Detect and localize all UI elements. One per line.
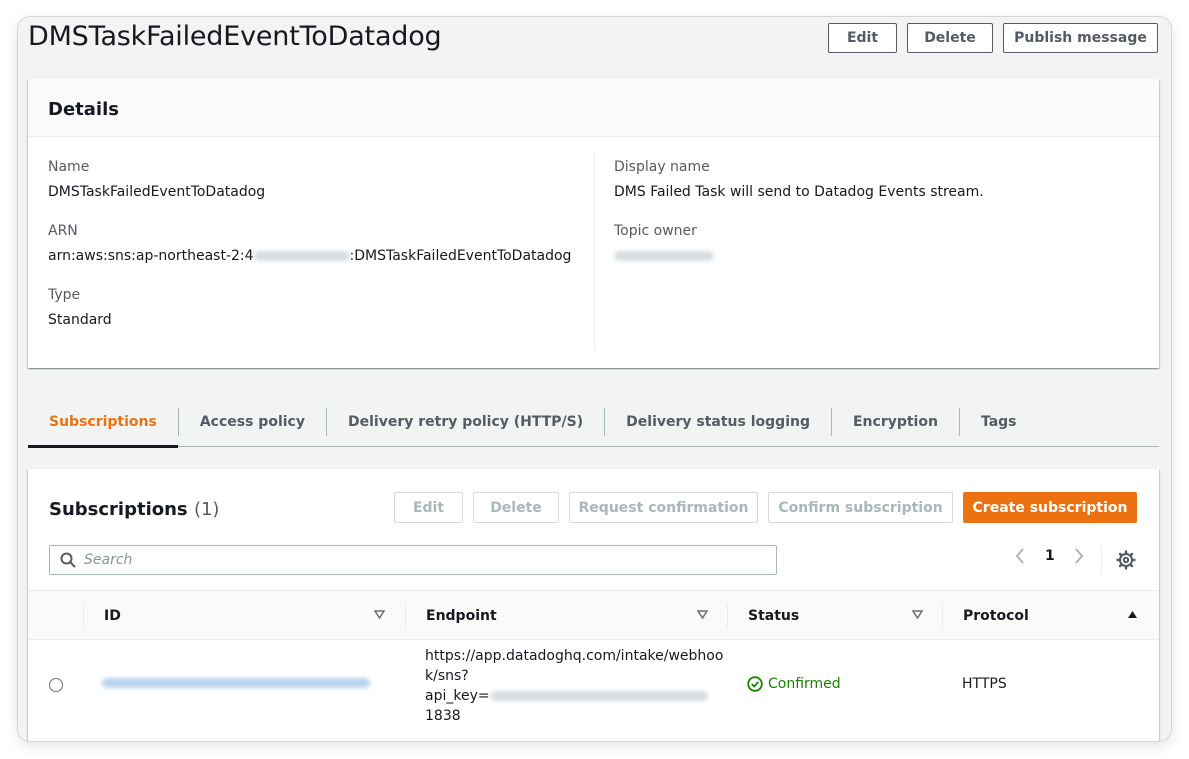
redacted-account-id [253,251,350,261]
protocol-cell: HTTPS [962,676,1007,692]
confirm-subscription-button[interactable]: Confirm subscription [768,492,953,523]
arn-field: ARN arn:aws:sns:ap-northeast-2:4 :DMSTask… [48,223,588,265]
column-divider [727,603,728,629]
arn-label: ARN [48,223,78,239]
column-divider [942,603,943,629]
tab-delivery-retry-policy[interactable]: Delivery retry policy (HTTP/S) [327,397,604,447]
api-key-label: api_key= [425,688,490,704]
subscriptions-title: Subscriptions [49,499,188,520]
create-subscription-button[interactable]: Create subscription [963,492,1137,523]
app-window: DMSTaskFailedEventToDatadog Edit Delete … [18,17,1171,741]
page-number[interactable]: 1 [1045,548,1055,564]
subscription-edit-button[interactable]: Edit [394,492,463,523]
pagination: 1 [1014,547,1085,565]
endpoint-line: 1838 [425,708,461,724]
page-title: DMSTaskFailedEventToDatadog [28,21,442,52]
endpoint-line: https://app.datadoghq.com/intake/webhoo [425,648,724,664]
sort-down-icon[interactable] [912,609,923,620]
delete-button[interactable]: Delete [907,23,993,53]
edit-button[interactable]: Edit [828,23,897,53]
topic-owner-label: Topic owner [614,223,697,239]
pager-divider [1101,547,1102,573]
arn-prefix: arn:aws:sns:ap-northeast-2:4 [48,248,254,264]
sort-down-icon[interactable] [697,609,708,620]
status-text: Confirmed [768,676,841,692]
chevron-right-icon[interactable] [1073,547,1085,565]
type-value: Standard [48,312,112,328]
gear-icon[interactable] [1116,550,1136,570]
redacted-subscription-id-link[interactable] [102,678,370,688]
name-label: Name [48,159,90,175]
subscription-delete-button[interactable]: Delete [473,492,559,523]
tab-access-policy[interactable]: Access policy [179,397,326,447]
subscriptions-count: (1) [193,499,220,520]
sort-down-icon[interactable] [374,609,385,620]
arn-value: arn:aws:sns:ap-northeast-2:4 :DMSTaskFail… [48,248,588,265]
status-cell: Confirmed [747,676,841,692]
tab-delivery-status-logging[interactable]: Delivery status logging [605,397,831,447]
column-header-endpoint[interactable]: Endpoint [426,591,497,641]
display-name-label: Display name [614,159,710,175]
details-left-column: Name DMSTaskFailedEventToDatadog ARN arn… [48,159,588,351]
publish-message-button[interactable]: Publish message [1003,23,1158,53]
sort-up-icon[interactable] [1127,609,1138,620]
subscriptions-panel: Subscriptions (1) Edit Delete Request co… [28,469,1159,741]
column-header-protocol[interactable]: Protocol [963,591,1029,641]
subscriptions-heading: Subscriptions (1) [49,499,219,520]
search-input[interactable] [84,552,724,568]
details-heading: Details [28,79,1159,137]
name-field: Name DMSTaskFailedEventToDatadog [48,159,588,201]
row-select-radio[interactable] [49,678,63,692]
details-right-column: Display name DMS Failed Task will send t… [614,159,1134,287]
check-circle-icon [747,676,763,692]
display-name-value: DMS Failed Task will send to Datadog Eve… [614,184,984,200]
arn-suffix: :DMSTaskFailedEventToDatadog [349,248,572,264]
details-panel: Details Name DMSTaskFailedEventToDatadog… [28,79,1159,368]
column-header-id[interactable]: ID [104,591,121,641]
column-divider [405,603,406,629]
type-field: Type Standard [48,287,588,329]
name-value: DMSTaskFailedEventToDatadog [48,184,266,200]
endpoint-cell: https://app.datadoghq.com/intake/webhoo … [425,646,725,726]
search-icon [60,552,76,568]
tab-encryption[interactable]: Encryption [832,397,959,447]
endpoint-line: api_key= [425,686,725,706]
chevron-left-icon[interactable] [1014,547,1026,565]
column-header-status[interactable]: Status [748,591,799,641]
endpoint-line: k/sns? [425,668,469,684]
redacted-api-key [489,691,708,701]
column-divider [83,603,84,629]
tab-tags[interactable]: Tags [960,397,1038,447]
tab-bar: Subscriptions Access policy Delivery ret… [28,397,1159,448]
topic-owner-field: Topic owner [614,223,1134,265]
redacted-topic-owner [614,251,714,261]
table-row: https://app.datadoghq.com/intake/webhoo … [28,640,1159,732]
table-header: ID Endpoint Status Protocol [28,590,1159,640]
type-label: Type [48,287,81,303]
topic-owner-value [614,248,1134,265]
display-name-field: Display name DMS Failed Task will send t… [614,159,1134,201]
tab-subscriptions[interactable]: Subscriptions [28,397,178,448]
search-box[interactable] [49,545,777,575]
request-confirmation-button[interactable]: Request confirmation [569,492,758,523]
details-divider [594,153,595,349]
